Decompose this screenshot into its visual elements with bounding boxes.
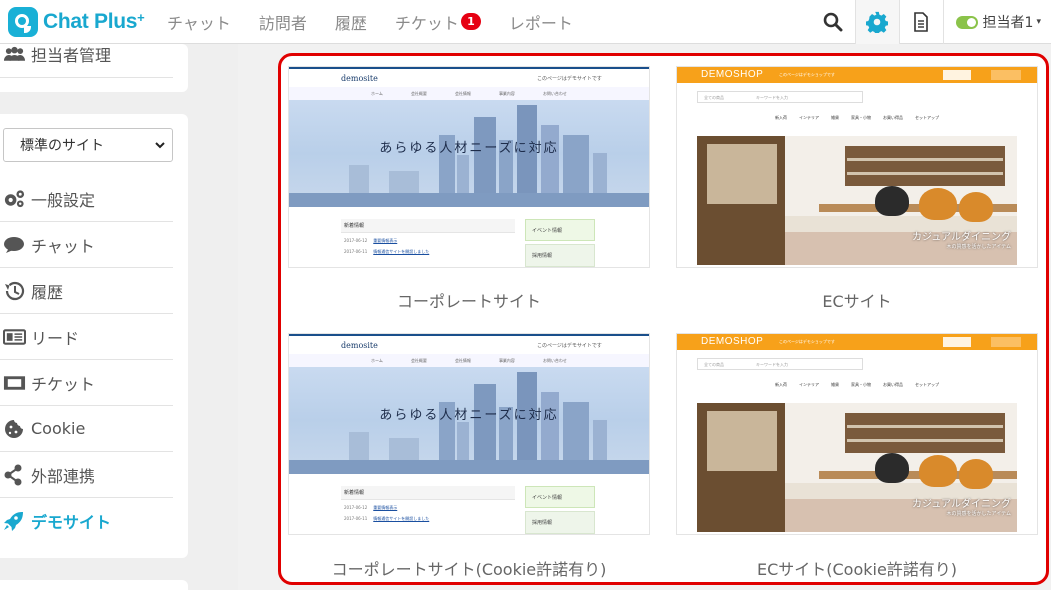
nav-item-visitors[interactable]: 訪問者 <box>259 10 307 34</box>
ticket-count-badge: 1 <box>460 13 481 30</box>
sidebar-item-tickets[interactable]: チケット <box>0 360 173 406</box>
header-actions: 担当者1 ▾ <box>811 0 1051 44</box>
thumb-recruit-box: 採用情報 <box>525 244 595 267</box>
sidebar-panel-bottom <box>0 580 188 590</box>
sidebar-item-chat[interactable]: チャット <box>0 222 173 268</box>
demo-card-title[interactable]: コーポレートサイト <box>289 288 649 312</box>
chevron-down-icon: ▾ <box>1036 17 1041 27</box>
thumb-dining-photo: カジュアルダイニング 木の質感を活かしたアイテム <box>697 136 1017 265</box>
settings-button[interactable] <box>854 0 899 44</box>
sidebar-item-cookie[interactable]: Cookie <box>0 406 173 452</box>
id-card-icon <box>0 328 26 346</box>
sidebar-item-demo-site[interactable]: デモサイト <box>0 498 173 544</box>
chat-bubble-icon <box>0 236 26 254</box>
nav-item-reports[interactable]: レポート <box>509 10 573 34</box>
corporate-site-thumbnail[interactable]: demosite このページはデモサイトです ホーム 会社概要 会社情報 事業内容 お問… <box>289 334 649 534</box>
users-icon <box>0 46 26 62</box>
gears-icon <box>0 189 26 209</box>
sidebar-panel-top: 担当者管理 <box>0 44 188 92</box>
history-icon <box>0 281 26 301</box>
rocket-icon <box>0 511 26 531</box>
user-menu[interactable]: 担当者1 ▾ <box>942 0 1051 44</box>
search-button[interactable] <box>811 0 855 44</box>
chevron-down-icon <box>155 142 165 149</box>
document-icon <box>914 12 928 32</box>
thumb-event-box: イベント情報 <box>525 219 595 241</box>
thumb-search: 全ての商品 キーワードを入力 <box>697 91 863 103</box>
thumb-header: demosite このページはデモサイトです <box>289 67 649 87</box>
thumb-menu: ホーム 会社概要 会社情報 事業内容 お問い合わせ <box>289 87 649 100</box>
document-button[interactable] <box>898 0 943 44</box>
demo-site-grid: demosite このページはデモサイトです ホーム 会社概要 会社情報 事業内容 お問… <box>278 53 1049 585</box>
ticket-icon <box>0 374 26 392</box>
cookie-icon <box>0 418 26 440</box>
thumb-hero-cityscape: あらゆる人材ニーズに対応 <box>289 100 649 207</box>
sidebar-item-history[interactable]: 履歴 <box>0 268 173 314</box>
corporate-site-thumbnail[interactable]: demosite このページはデモサイトです ホーム 会社概要 会社情報 事業内容 お問… <box>289 67 649 267</box>
thumb-caption: カジュアルダイニング 木の質感を活かしたアイテム <box>912 232 1011 250</box>
sidebar-item-integrations[interactable]: 外部連携 <box>0 452 173 498</box>
thumb-logo: demosite <box>341 74 378 83</box>
nav-item-chat[interactable]: チャット <box>167 10 231 34</box>
demo-card-title[interactable]: コーポレートサイト(Cookie許諾有り) <box>289 556 649 580</box>
demo-card-title[interactable]: ECサイト(Cookie許諾有り) <box>677 556 1037 580</box>
sidebar-panel-settings: 標準のサイト 一般設定 チャット 履歴 リード チケット Cookie 外部連携… <box>0 114 188 558</box>
status-toggle[interactable] <box>955 15 978 29</box>
search-icon <box>823 12 843 32</box>
site-select[interactable]: 標準のサイト <box>3 128 173 162</box>
thumb-categories: 新入荷 インテリア 雑貨 家具・小物 お買い得品 セットアップ <box>775 115 939 120</box>
gear-icon <box>866 11 889 33</box>
ec-site-thumbnail[interactable]: DEMOSHOP このページはデモショップです 全ての商品 キーワードを入力 新… <box>677 67 1037 267</box>
sidebar-item-leads[interactable]: リード <box>0 314 173 360</box>
thumb-hero-text: あらゆる人材ニーズに対応 <box>379 141 559 156</box>
demo-card-title[interactable]: ECサイト <box>677 288 1037 312</box>
sidebar-item-general-settings[interactable]: 一般設定 <box>0 176 173 222</box>
thumb-header: DEMOSHOP このページはデモショップです <box>677 67 1037 83</box>
sidebar-item-agent-management[interactable]: 担当者管理 <box>0 30 173 78</box>
nav-item-tickets[interactable]: チケット 1 <box>395 10 481 34</box>
nav-item-history[interactable]: 履歴 <box>335 10 367 34</box>
user-name: 担当者1 <box>982 15 1034 31</box>
thumb-news: 新着情報 2017-06-12 重要情報表示 2017-06-11 情報通信サイトを… <box>341 219 515 267</box>
main-nav: チャット 訪問者 履歴 チケット 1 レポート <box>167 0 601 44</box>
ec-site-thumbnail[interactable]: DEMOSHOP このページはデモショップです 全ての商品 キーワードを入力 新… <box>677 334 1037 534</box>
share-icon <box>0 464 26 486</box>
